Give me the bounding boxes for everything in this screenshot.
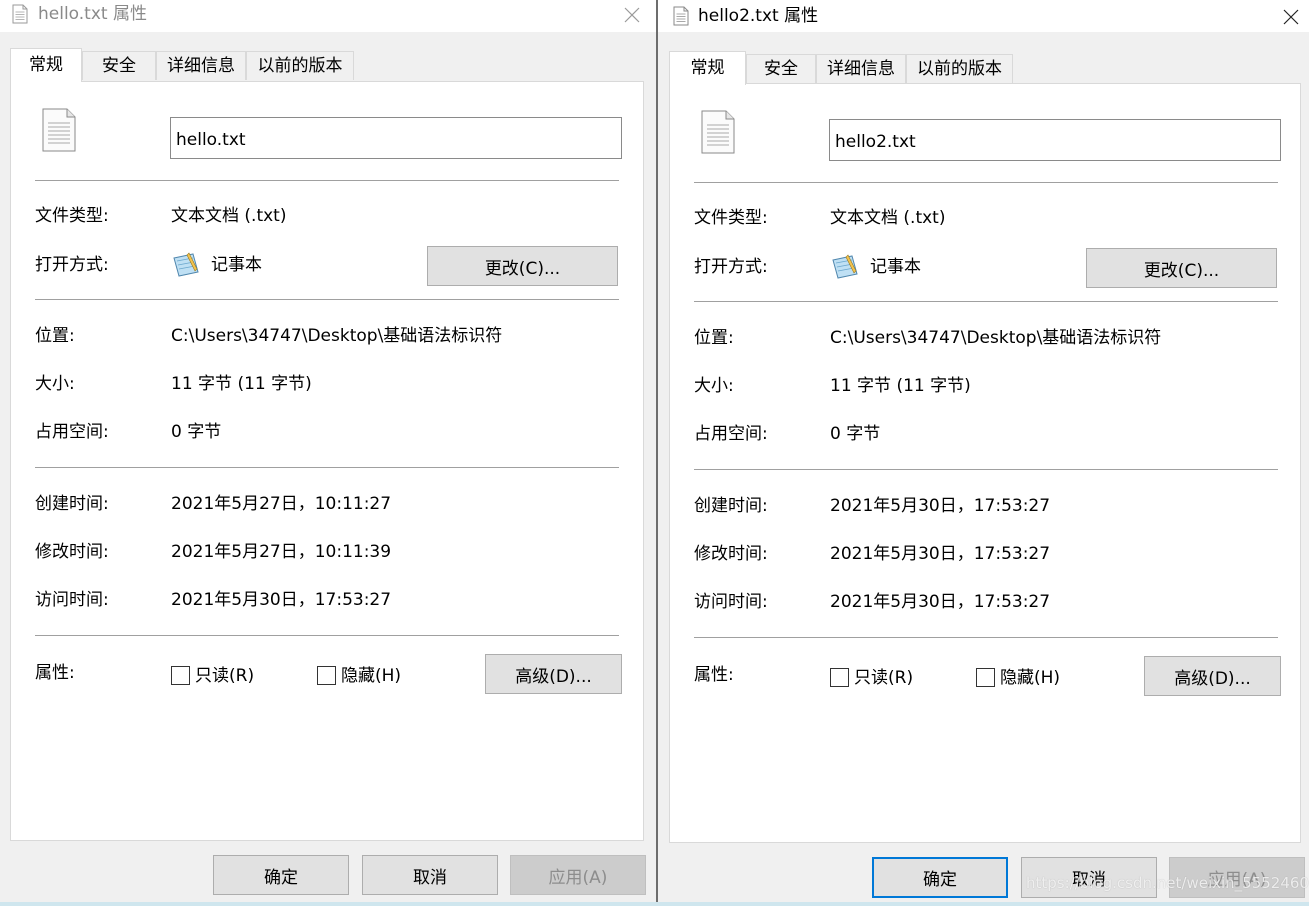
taskbar-edge [0,902,1309,906]
size-label: 大小: [35,374,75,394]
title-bar: hello2.txt 属性 [658,0,1309,32]
modified-label: 修改时间: [35,542,109,562]
general-panel: 文件类型: 文本文档 (.txt) 打开方式: 记事本 更改(C)... 位置:… [669,83,1301,843]
divider [694,469,1278,470]
tab-general[interactable]: 常规 [10,48,82,82]
accessed-value: 2021年5月30日，17:53:27 [830,592,1051,612]
file-type-label: 文件类型: [694,208,768,228]
hidden-label[interactable]: 隐藏(H) [1000,667,1060,689]
tab-previous-versions[interactable]: 以前的版本 [246,51,354,80]
tab-general[interactable]: 常规 [669,51,746,85]
divider [694,182,1278,183]
general-panel: 文件类型: 文本文档 (.txt) 打开方式: 记事本 更改(C)... 位置:… [10,81,644,841]
file-type-value: 文本文档 (.txt) [830,208,946,228]
divider [35,299,619,300]
text-file-icon [701,110,735,154]
size-value: 11 字节 (11 字节) [171,374,312,394]
created-value: 2021年5月27日，10:11:27 [171,494,392,514]
text-file-icon [42,108,76,152]
attributes-label: 属性: [694,665,734,685]
window-title: hello.txt 属性 [38,4,147,24]
modified-label: 修改时间: [694,544,768,564]
accessed-value: 2021年5月30日，17:53:27 [171,590,392,610]
filename-input[interactable] [170,117,622,159]
properties-dialog-hello: hello.txt 属性 常规 安全 详细信息 以前的版本 文件类型: 文本文档… [0,0,656,906]
size-label: 大小: [694,376,734,396]
cancel-button[interactable]: 取消 [362,855,498,895]
filename-input[interactable] [829,119,1281,161]
title-bar: hello.txt 属性 [0,0,656,32]
change-button[interactable]: 更改(C)... [1086,248,1277,288]
apply-button[interactable]: 应用(A) [510,855,646,895]
notepad-icon [173,252,199,277]
divider [35,635,619,636]
disk-size-label: 占用空间: [35,422,109,442]
change-button[interactable]: 更改(C)... [427,246,618,286]
notepad-icon [832,254,858,279]
disk-size-label: 占用空间: [694,424,768,444]
tab-details[interactable]: 详细信息 [156,51,246,80]
tab-security[interactable]: 安全 [82,51,156,80]
open-with-label: 打开方式: [694,257,768,277]
divider [35,467,619,468]
divider [35,180,619,181]
readonly-checkbox[interactable] [171,666,190,685]
disk-size-value: 0 字节 [171,422,222,442]
advanced-button[interactable]: 高级(D)... [485,654,622,694]
created-value: 2021年5月30日，17:53:27 [830,496,1051,516]
size-value: 11 字节 (11 字节) [830,376,971,396]
tab-security[interactable]: 安全 [746,54,816,83]
location-label: 位置: [694,328,734,348]
hidden-label[interactable]: 隐藏(H) [341,665,401,687]
modified-value: 2021年5月27日，10:11:39 [171,542,392,562]
created-label: 创建时间: [35,494,109,514]
readonly-checkbox[interactable] [830,668,849,687]
ok-button[interactable]: 确定 [213,855,349,895]
readonly-label[interactable]: 只读(R) [854,667,913,689]
file-type-label: 文件类型: [35,206,109,226]
file-type-value: 文本文档 (.txt) [171,206,287,226]
accessed-label: 访问时间: [35,590,109,610]
location-value: C:\Users\34747\Desktop\基础语法标识符 [171,326,503,346]
text-file-icon [673,6,689,26]
location-label: 位置: [35,326,75,346]
disk-size-value: 0 字节 [830,424,881,444]
close-icon [1283,9,1299,25]
text-file-icon [12,4,28,24]
tab-details[interactable]: 详细信息 [816,54,906,83]
open-with-label: 打开方式: [35,255,109,275]
close-button[interactable] [618,2,646,28]
divider [694,637,1278,638]
open-with-app: 记事本 [211,255,262,275]
hidden-checkbox[interactable] [976,668,995,687]
close-icon [624,7,640,23]
properties-dialog-hello2: hello2.txt 属性 常规 安全 详细信息 以前的版本 文件类型: 文本文… [658,0,1309,906]
attributes-label: 属性: [35,663,75,683]
location-value: C:\Users\34747\Desktop\基础语法标识符 [830,328,1162,348]
accessed-label: 访问时间: [694,592,768,612]
tab-previous-versions[interactable]: 以前的版本 [906,54,1013,83]
close-button[interactable] [1277,4,1305,30]
window-title: hello2.txt 属性 [698,6,819,26]
created-label: 创建时间: [694,496,768,516]
watermark-text: https://blog.csdn.net/weixin_55524604 [1026,874,1309,892]
open-with-app: 记事本 [870,257,921,277]
divider [694,301,1278,302]
ok-button[interactable]: 确定 [872,857,1008,898]
modified-value: 2021年5月30日，17:53:27 [830,544,1051,564]
readonly-label[interactable]: 只读(R) [195,665,254,687]
advanced-button[interactable]: 高级(D)... [1144,656,1281,696]
hidden-checkbox[interactable] [317,666,336,685]
